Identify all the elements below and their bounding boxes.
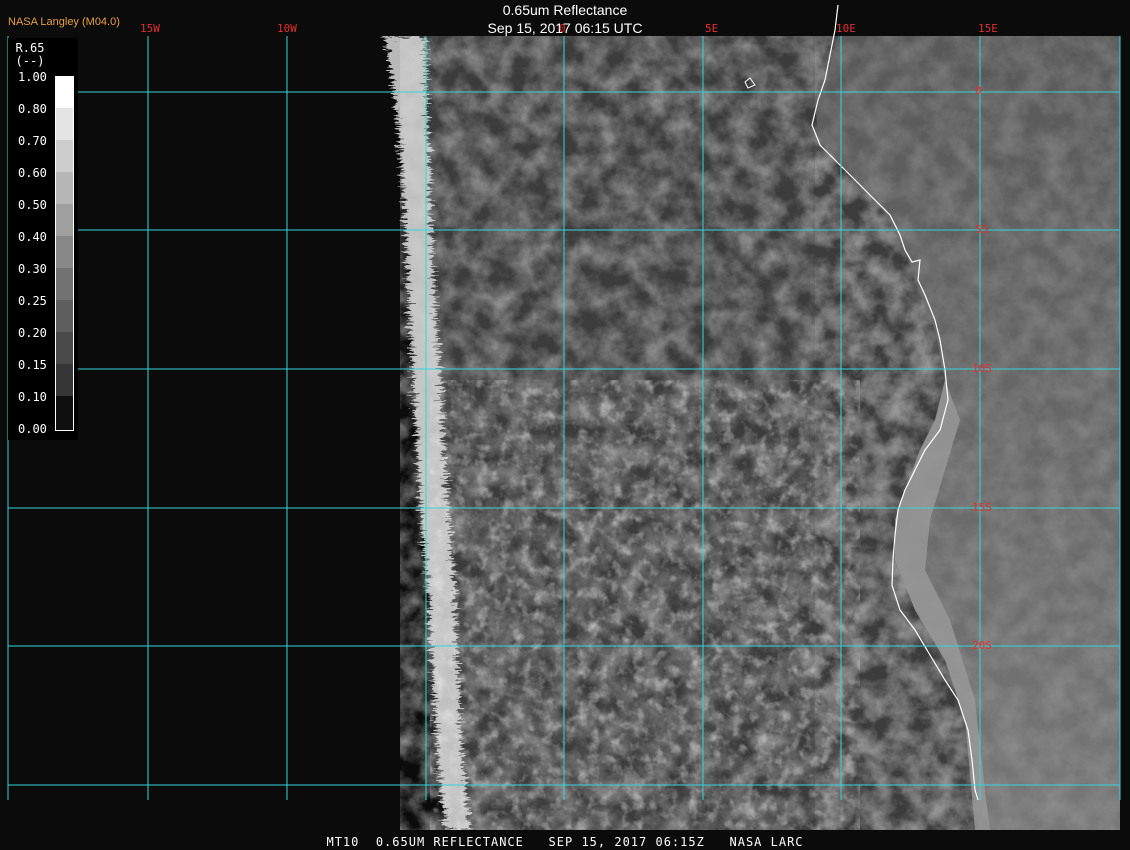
legend-tick: 0.70 — [18, 134, 47, 148]
legend-tick: 0.60 — [18, 166, 47, 180]
legend-tick: 0.40 — [18, 230, 47, 244]
lat-label: 10S — [972, 362, 992, 375]
lon-label: 10E — [836, 22, 856, 35]
earth-disk — [385, 36, 1120, 830]
legend-tick: 1.00 — [18, 70, 47, 84]
legend-tick: 0.30 — [18, 262, 47, 276]
color-scale-legend: R.65 (--) 1.00 0.80 0.70 0.60 0.50 0.40 … — [8, 38, 78, 440]
lon-label: 0 — [559, 22, 566, 35]
legend-tick: 0.00 — [18, 422, 47, 436]
legend-tick: 0.25 — [18, 294, 47, 308]
legend-tick: 0.80 — [18, 102, 47, 116]
lon-label: 10W — [277, 22, 297, 35]
product-title: 0.65um Reflectance — [502, 2, 628, 18]
lat-label: 20S — [972, 639, 992, 652]
lon-label: 15E — [978, 22, 998, 35]
lat-label: 15S — [972, 501, 992, 514]
lat-label: 5S — [975, 223, 989, 236]
footer-caption: MT10 0.65UM REFLECTANCE SEP 15, 2017 06:… — [326, 835, 804, 849]
lon-label: 5E — [705, 22, 719, 35]
satellite-image — [0, 0, 1130, 850]
legend-tick: 0.20 — [18, 326, 47, 340]
legend-bar-outline — [55, 76, 74, 431]
lon-label: 15W — [140, 22, 160, 35]
legend-tick: 0.15 — [18, 358, 47, 372]
lat-label: 0 — [975, 84, 982, 97]
legend-title: R.65 — [15, 41, 45, 55]
legend-tick: 0.50 — [18, 198, 47, 212]
legend-unit: (--) — [15, 54, 45, 68]
legend-tick: 0.10 — [18, 390, 47, 404]
